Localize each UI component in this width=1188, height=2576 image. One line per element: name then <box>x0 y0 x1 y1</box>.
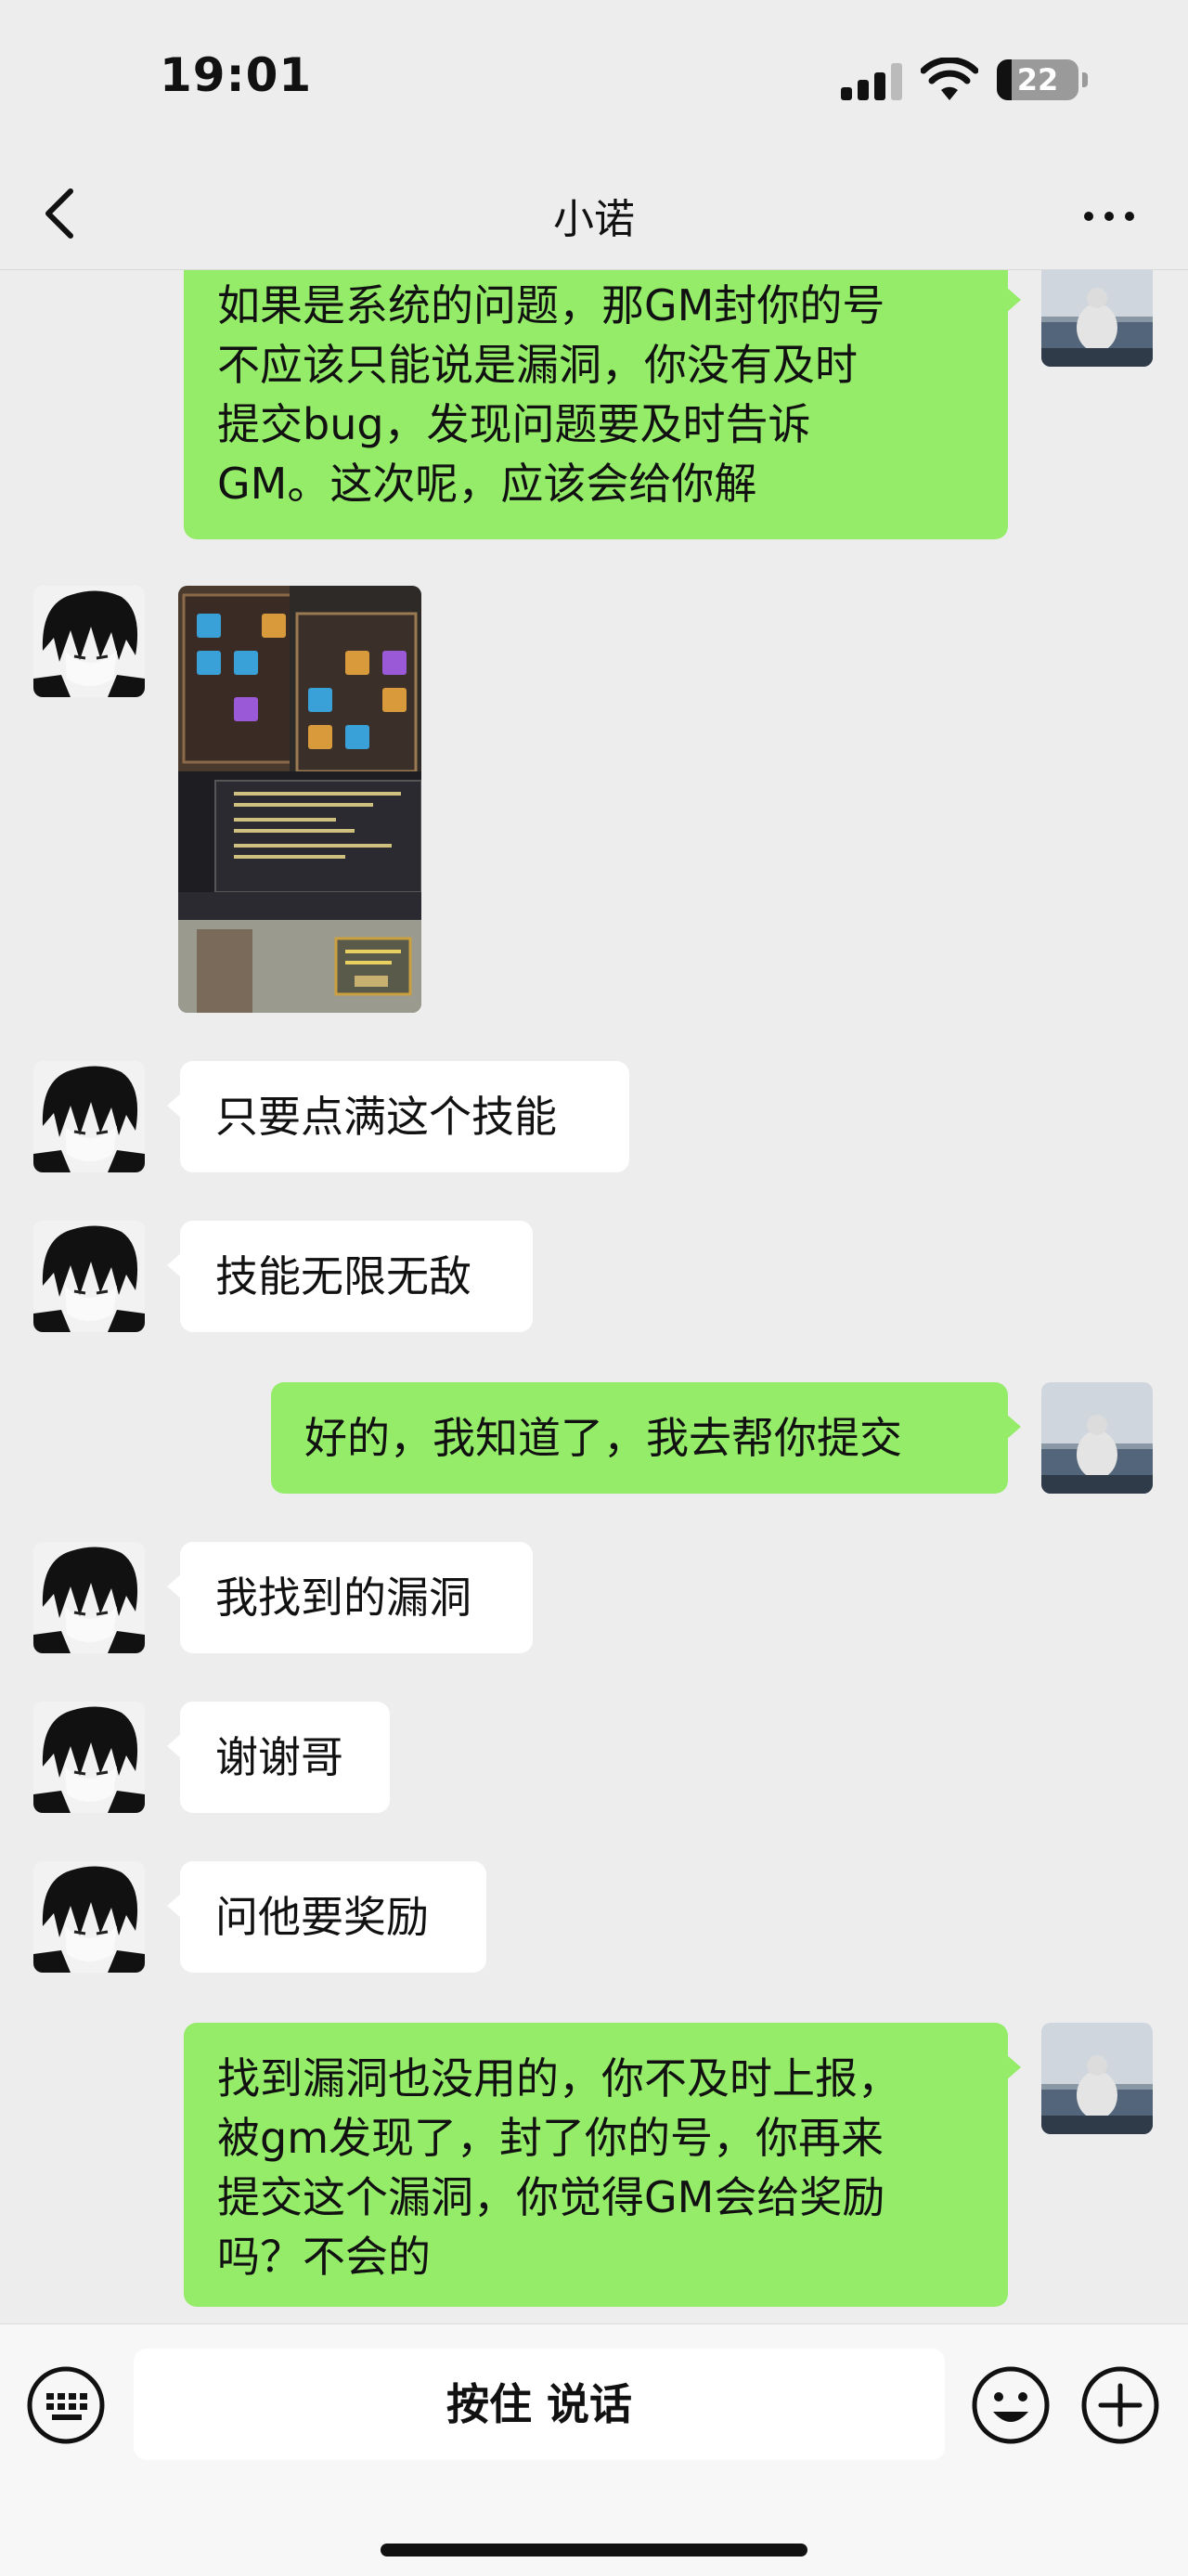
chat-input-bar: 按住 说话 <box>0 2324 1188 2576</box>
message-bubble-incoming[interactable]: 问他要奖励 <box>167 1861 486 1973</box>
message-bubble-outgoing[interactable]: 如果是系统的问题，那GM封你的号 不应该只能说是漏洞，你没有及时 提交bug，发… <box>184 270 1021 539</box>
keyboard-icon[interactable] <box>26 2365 106 2445</box>
message-bubble-incoming[interactable]: 只要点满这个技能 <box>167 1061 629 1172</box>
my-avatar[interactable] <box>1041 2023 1153 2134</box>
chat-header: 小诺 <box>0 158 1188 270</box>
my-avatar[interactable] <box>1041 1382 1153 1494</box>
battery-tip <box>1082 72 1088 87</box>
message-bubble-incoming[interactable]: 谢谢哥 <box>167 1702 390 1813</box>
battery-level: 22 <box>1016 62 1059 97</box>
contact-avatar[interactable] <box>33 1061 145 1172</box>
contact-avatar[interactable] <box>33 1861 145 1973</box>
plus-icon[interactable] <box>1080 2365 1160 2445</box>
contact-avatar[interactable] <box>33 1542 145 1653</box>
emoji-icon[interactable] <box>971 2365 1051 2445</box>
message-bubble-outgoing[interactable]: 好的，我知道了，我去帮你提交 <box>271 1382 1021 1494</box>
hold-to-talk-button[interactable]: 按住 说话 <box>134 2349 945 2460</box>
signal-icon <box>841 63 904 100</box>
more-dots-icon[interactable] <box>1077 191 1143 238</box>
wifi-icon <box>921 58 978 100</box>
chat-message-list[interactable]: 如果是系统的问题，那GM封你的号 不应该只能说是漏洞，你没有及时 提交bug，发… <box>0 270 1188 2324</box>
my-avatar[interactable] <box>1041 270 1153 367</box>
battery-icon: 22 <box>997 59 1078 100</box>
contact-avatar[interactable] <box>33 1221 145 1332</box>
status-time: 19:01 <box>160 48 313 102</box>
status-bar: 19:01 22 <box>0 0 1188 158</box>
home-indicator <box>381 2544 807 2557</box>
message-image[interactable] <box>178 586 421 1013</box>
chat-title: 小诺 <box>553 196 635 243</box>
message-bubble-incoming[interactable]: 技能无限无敌 <box>167 1221 533 1332</box>
contact-avatar[interactable] <box>33 1702 145 1813</box>
message-bubble-incoming[interactable]: 我找到的漏洞 <box>167 1542 533 1653</box>
message-bubble-outgoing[interactable]: 找到漏洞也没用的，你不及时上报， 被gm发现了，封了你的号，你再来 提交这个漏洞… <box>184 2023 1021 2307</box>
contact-avatar[interactable] <box>33 586 145 697</box>
